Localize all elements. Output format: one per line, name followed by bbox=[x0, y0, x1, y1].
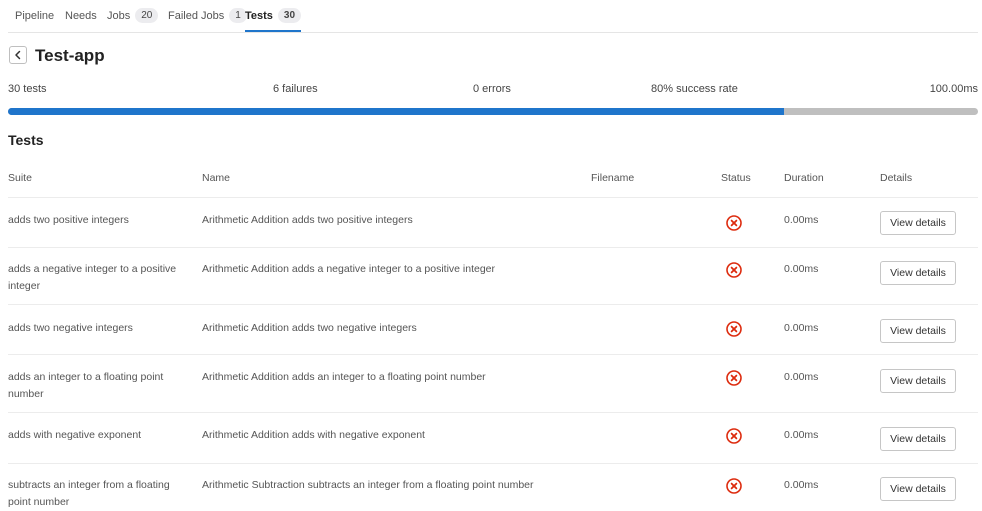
tab-pipeline-label: Pipeline bbox=[15, 9, 55, 22]
row-suite: adds a negative integer to a positive in… bbox=[8, 263, 177, 292]
failed-status-icon bbox=[726, 321, 742, 337]
view-details-button[interactable]: View details bbox=[880, 427, 956, 451]
failed-status-icon bbox=[726, 215, 742, 231]
tab-pipeline[interactable]: Pipeline bbox=[15, 0, 54, 31]
failed-status-icon bbox=[726, 478, 742, 494]
row-name: Arithmetic Addition adds an integer to a… bbox=[202, 371, 486, 383]
view-details-button[interactable]: View details bbox=[880, 319, 956, 343]
tests-section-title: Tests bbox=[8, 132, 44, 148]
total-tests: 30 tests bbox=[8, 83, 47, 95]
table-row: adds two negative integers Arithmetic Ad… bbox=[8, 304, 978, 355]
tab-tests-label: Tests bbox=[245, 9, 273, 22]
total-duration: 100.00ms bbox=[929, 83, 978, 95]
table-row: adds an integer to a floating point numb… bbox=[8, 354, 978, 413]
tab-failed-jobs[interactable]: Failed Jobs 1 bbox=[168, 0, 247, 31]
pipeline-tabs: Pipeline Needs Jobs 20 Failed Jobs 1 Tests… bbox=[8, 0, 978, 33]
row-suite: adds two positive integers bbox=[8, 214, 129, 226]
tab-needs[interactable]: Needs bbox=[65, 0, 97, 31]
column-header-status: Status bbox=[721, 172, 751, 184]
success-progress-bar bbox=[8, 108, 978, 115]
row-duration: 0.00ms bbox=[784, 263, 819, 275]
view-details-button[interactable]: View details bbox=[880, 211, 956, 235]
row-duration: 0.00ms bbox=[784, 322, 819, 334]
chevron-left-icon bbox=[15, 50, 21, 60]
success-rate: 80% success rate bbox=[651, 83, 738, 95]
row-suite: subtracts an integer from a floating poi… bbox=[8, 479, 170, 508]
row-name: Arithmetic Addition adds a negative inte… bbox=[202, 263, 496, 275]
jobs-count-badge: 20 bbox=[135, 8, 159, 23]
view-details-button[interactable]: View details bbox=[880, 261, 956, 285]
success-progress-fill bbox=[8, 108, 784, 115]
row-duration: 0.00ms bbox=[784, 429, 819, 441]
failures-count: 6 failures bbox=[273, 83, 318, 95]
back-button[interactable] bbox=[9, 46, 27, 64]
column-header-name: Name bbox=[202, 172, 231, 184]
row-duration: 0.00ms bbox=[784, 479, 819, 491]
table-row: adds with negative exponent Arithmetic A… bbox=[8, 412, 978, 464]
failed-status-icon bbox=[726, 370, 742, 386]
column-header-filename: Filename bbox=[591, 172, 635, 184]
table-row: subtracts an integer from a floating poi… bbox=[8, 463, 978, 510]
view-details-button[interactable]: View details bbox=[880, 477, 956, 501]
suite-title: Test-app bbox=[35, 46, 105, 65]
row-suite: adds an integer to a floating point numb… bbox=[8, 371, 164, 400]
row-suite: adds two negative integers bbox=[8, 322, 133, 334]
row-name: Arithmetic Addition adds with negative e… bbox=[202, 429, 425, 441]
tab-jobs[interactable]: Jobs 20 bbox=[107, 0, 159, 31]
tab-tests[interactable]: Tests 30 bbox=[245, 0, 302, 32]
row-name: Arithmetic Addition adds two negative in… bbox=[202, 322, 417, 334]
failed-status-icon bbox=[726, 262, 742, 278]
view-details-button[interactable]: View details bbox=[880, 369, 956, 393]
tab-jobs-label: Jobs bbox=[107, 9, 131, 22]
column-header-details: Details bbox=[880, 172, 913, 184]
table-row: adds two positive integers Arithmetic Ad… bbox=[8, 197, 978, 248]
tab-failed-jobs-label: Failed Jobs bbox=[168, 9, 225, 22]
column-header-duration: Duration bbox=[784, 172, 824, 184]
row-name: Arithmetic Subtraction subtracts an inte… bbox=[202, 479, 534, 491]
tests-count-badge: 30 bbox=[277, 8, 302, 23]
row-name: Arithmetic Addition adds two positive in… bbox=[202, 214, 413, 226]
row-duration: 0.00ms bbox=[784, 371, 819, 383]
failed-status-icon bbox=[726, 428, 742, 444]
row-duration: 0.00ms bbox=[784, 214, 819, 226]
table-row: adds a negative integer to a positive in… bbox=[8, 247, 978, 305]
row-suite: adds with negative exponent bbox=[8, 429, 142, 441]
column-header-suite: Suite bbox=[8, 172, 32, 184]
errors-count: 0 errors bbox=[473, 83, 511, 95]
tab-needs-label: Needs bbox=[65, 9, 97, 22]
